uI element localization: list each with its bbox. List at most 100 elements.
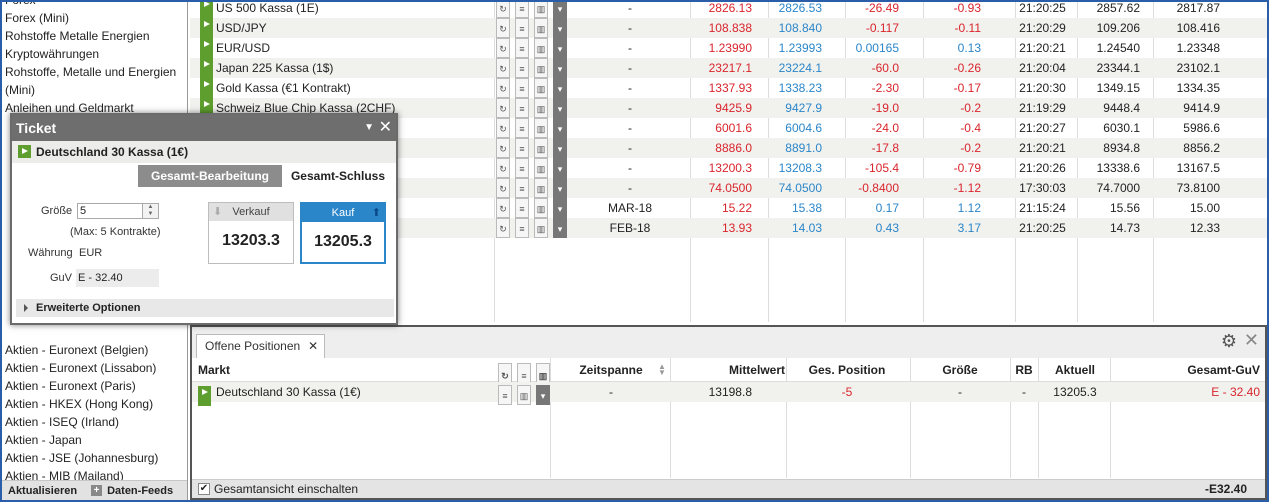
market-name[interactable]: EUR/USD — [216, 38, 270, 58]
header-rb[interactable]: RB — [1010, 358, 1038, 382]
header-market[interactable]: Markt — [198, 358, 230, 382]
chart-icon[interactable]: ▥ — [534, 0, 548, 18]
chart-icon[interactable]: ▥ — [534, 18, 548, 38]
refresh-icon[interactable]: ↻ — [496, 18, 510, 38]
chart-icon[interactable]: ▥ — [534, 198, 548, 218]
refresh-icon[interactable]: ↻ — [496, 0, 510, 18]
chart-icon[interactable]: ▥ — [534, 158, 548, 178]
dropdown-icon[interactable]: ▾ — [553, 218, 567, 238]
chart-icon[interactable]: ▥ — [534, 78, 548, 98]
dropdown-icon[interactable]: ▾ — [553, 38, 567, 58]
category-item[interactable]: Aktien - Euronext (Lissabon) — [2, 359, 187, 377]
dropdown-icon[interactable]: ▾ — [553, 18, 567, 38]
play-icon[interactable] — [200, 38, 213, 58]
category-item[interactable]: Aktien - ISEQ (Irland) — [2, 413, 187, 431]
header-current[interactable]: Aktuell — [1040, 358, 1110, 382]
refresh-icon[interactable]: ↻ — [496, 218, 510, 238]
market-row[interactable]: Japan 225 Kassa (1$) ↻ ≡ ▥ ▾ - 23217.1 23224.1 -… — [190, 58, 1267, 78]
category-item[interactable]: Forex — [2, 0, 187, 9]
refresh-icon[interactable]: ↻ — [496, 38, 510, 58]
tab-gesamt-bearbeitung[interactable]: Gesamt-Bearbeitung — [138, 165, 282, 187]
refresh-icon[interactable]: ↻ — [496, 118, 510, 138]
aggregate-label[interactable]: Gesamtansicht einschalten — [214, 480, 358, 499]
ticket-title-bar[interactable]: Ticket ▼ ✕ — [12, 115, 396, 141]
dropdown-icon[interactable]: ▾ — [553, 78, 567, 98]
close-icon[interactable]: ✕ — [1244, 330, 1259, 351]
category-item[interactable]: Aktien - Japan — [2, 431, 187, 449]
size-stepper[interactable]: ▲ ▼ — [142, 203, 159, 219]
info-icon[interactable]: ≡ — [515, 198, 529, 218]
category-item[interactable]: Aktien - HKEX (Hong Kong) — [2, 395, 187, 413]
refresh-icon[interactable]: ↻ — [496, 78, 510, 98]
info-icon[interactable]: ≡ — [515, 38, 529, 58]
chart-icon[interactable]: ▥ — [534, 178, 548, 198]
chart-icon[interactable]: ▥ — [534, 38, 548, 58]
market-row[interactable]: US 500 Kassa (1E) ↻ ≡ ▥ ▾ - 2826.13 2826.53 -26.… — [190, 0, 1267, 18]
info-icon[interactable]: ≡ — [515, 78, 529, 98]
info-icon[interactable]: ≡ — [498, 385, 512, 405]
play-icon[interactable] — [200, 18, 213, 38]
play-icon[interactable] — [200, 0, 213, 18]
category-item[interactable]: Aktien - JSE (Johannesburg) — [2, 449, 187, 467]
dropdown-icon[interactable]: ▾ — [553, 198, 567, 218]
info-icon[interactable]: ≡ — [515, 0, 529, 18]
chart-icon[interactable]: ▥ — [534, 218, 548, 238]
close-tab-icon[interactable]: ✕ — [308, 335, 318, 358]
gear-icon[interactable]: ⚙ — [1221, 331, 1237, 352]
play-icon[interactable] — [200, 78, 213, 98]
chart-icon[interactable]: ▥ — [517, 385, 531, 405]
market-name[interactable]: USD/JPY — [216, 18, 267, 38]
market-name[interactable]: Japan 225 Kassa (1$) — [216, 58, 333, 78]
info-icon[interactable]: ≡ — [515, 218, 529, 238]
dropdown-icon[interactable]: ▾ — [553, 138, 567, 158]
dropdown-icon[interactable]: ▾ — [553, 0, 567, 18]
header-size[interactable]: Größe — [910, 358, 1010, 382]
dropdown-icon[interactable]: ▾ — [553, 158, 567, 178]
header-total-pnl[interactable]: Gesamt-GuV — [1112, 358, 1260, 382]
chart-icon[interactable]: ▥ — [534, 98, 548, 118]
play-icon[interactable] — [200, 58, 213, 78]
market-row[interactable]: USD/JPY ↻ ≡ ▥ ▾ - 108.838 108.840 -0.117 -0.11 21:… — [190, 18, 1267, 38]
info-icon[interactable]: ≡ — [515, 58, 529, 78]
buy-button[interactable]: Kauf ⬆ 13205.3 — [300, 202, 386, 264]
sell-button[interactable]: ⬇ Verkauf 13203.3 — [208, 202, 294, 264]
refresh-icon[interactable]: ↻ — [496, 98, 510, 118]
dropdown-icon[interactable]: ▾ — [553, 118, 567, 138]
position-row[interactable]: Deutschland 30 Kassa (1€) ≡ ▥ ▾ - 13198.… — [192, 382, 1265, 406]
info-icon[interactable]: ≡ — [515, 158, 529, 178]
refresh-icon[interactable]: ↻ — [496, 58, 510, 78]
tab-gesamt-schluss[interactable]: Gesamt-Schluss — [284, 165, 392, 187]
category-item[interactable]: Aktien - Euronext (Belgien) — [2, 341, 187, 359]
play-icon[interactable] — [198, 386, 211, 406]
category-item[interactable]: Aktien - Euronext (Paris) — [2, 377, 187, 395]
header-mid[interactable]: Mittelwert — [672, 358, 785, 382]
info-icon[interactable]: ≡ — [515, 118, 529, 138]
header-period[interactable]: Zeitspanne — [570, 358, 652, 382]
refresh-icon[interactable]: ↻ — [496, 178, 510, 198]
category-item[interactable]: Rohstoffe Metalle Energien — [2, 27, 187, 45]
refresh-icon[interactable]: ↻ — [496, 138, 510, 158]
refresh-icon[interactable]: ↻ — [496, 158, 510, 178]
refresh-icon[interactable]: ↻ — [496, 198, 510, 218]
info-icon[interactable]: ≡ — [515, 98, 529, 118]
market-name[interactable]: US 500 Kassa (1E) — [216, 0, 319, 18]
category-item[interactable]: Rohstoffe, Metalle und Energien (Mini) — [2, 63, 187, 99]
plus-icon[interactable]: + — [91, 485, 103, 496]
stepper-down-icon[interactable]: ▼ — [143, 211, 158, 218]
dropdown-icon[interactable]: ▾ — [553, 58, 567, 78]
dropdown-icon[interactable]: ▾ — [553, 98, 567, 118]
chart-icon[interactable]: ▥ — [534, 118, 548, 138]
refresh-button[interactable]: Aktualisieren — [2, 485, 77, 497]
play-icon[interactable] — [18, 145, 31, 158]
stepper-up-icon[interactable]: ▲ — [143, 204, 158, 211]
data-feeds-button[interactable]: Daten-Feeds — [107, 485, 173, 497]
category-item[interactable]: Kryptowährungen — [2, 45, 187, 63]
close-icon[interactable]: ✕ — [379, 115, 392, 141]
info-icon[interactable]: ≡ — [515, 138, 529, 158]
category-item[interactable]: Forex (Mini) — [2, 9, 187, 27]
advanced-options-toggle[interactable]: Erweiterte Optionen — [16, 299, 394, 317]
dropdown-icon[interactable]: ▾ — [536, 385, 550, 405]
info-icon[interactable]: ≡ — [515, 18, 529, 38]
chart-icon[interactable]: ▥ — [534, 58, 548, 78]
market-row[interactable]: Gold Kassa (€1 Kontrakt) ↻ ≡ ▥ ▾ - 1337.93 1338… — [190, 78, 1267, 98]
